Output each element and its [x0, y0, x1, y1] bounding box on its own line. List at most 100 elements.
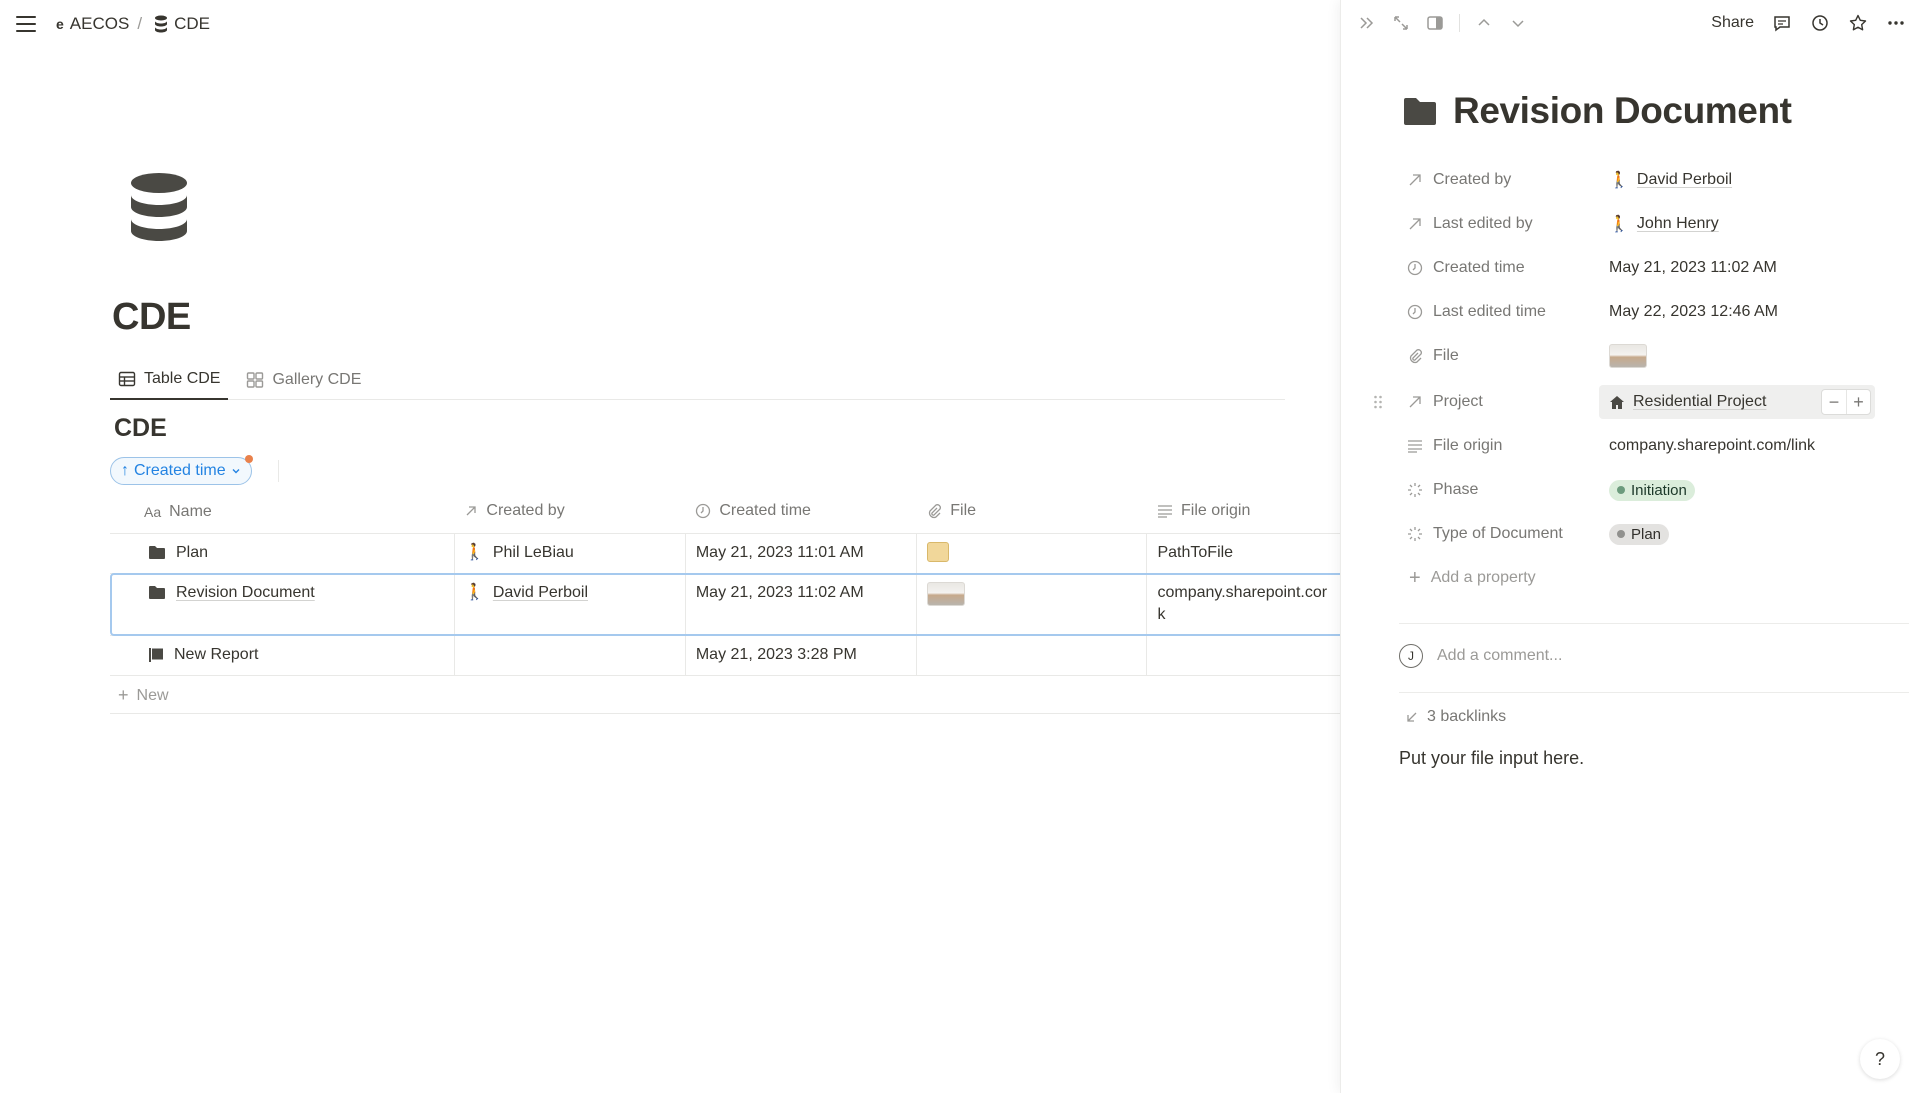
sort-created-time-chip[interactable]: ↑ Created time — [110, 455, 253, 485]
share-button[interactable]: Share — [1711, 14, 1754, 32]
help-button[interactable]: ? — [1860, 1039, 1900, 1079]
minus-button[interactable]: − — [1822, 390, 1846, 414]
arrow-up-right-icon — [1409, 396, 1421, 408]
history-icon[interactable] — [1810, 13, 1830, 33]
chevron-down-icon — [232, 469, 240, 474]
add-property-button[interactable]: + Add a property — [1403, 556, 1911, 600]
drag-handle-icon[interactable] — [1373, 394, 1383, 410]
tab-gallery-cde[interactable]: Gallery CDE — [238, 360, 369, 400]
table-row[interactable]: Revision Document 🚶 David Perboil May 21,… — [110, 573, 1340, 636]
property-created-by[interactable]: Created by 🚶 David Perboil — [1403, 158, 1911, 202]
column-header-name[interactable]: Aa Name — [110, 493, 455, 534]
column-label: Name — [169, 503, 212, 521]
column-label: Created by — [486, 502, 565, 520]
row-name[interactable]: New Report — [174, 644, 258, 666]
divider — [1399, 623, 1909, 624]
row-file[interactable] — [916, 635, 1148, 676]
paperclip-icon — [929, 503, 942, 518]
property-label: Project — [1433, 393, 1483, 410]
folder-icon — [149, 586, 165, 599]
file-origin-line: company.sharepoint.cor — [1157, 583, 1328, 601]
property-value[interactable]: David Perboil — [1637, 171, 1732, 189]
row-file-origin: PathToFile — [1146, 533, 1340, 574]
table-header-row: Aa Name Created by Created time File File… — [110, 493, 1340, 534]
comment-placeholder: Add a comment... — [1437, 647, 1563, 664]
file-thumbnail[interactable] — [1609, 344, 1647, 368]
page-body-text[interactable]: Put your file input here. — [1399, 748, 1584, 769]
comment-icon[interactable] — [1772, 13, 1792, 33]
sidebar-menu-button[interactable] — [14, 14, 38, 34]
property-file[interactable]: File — [1403, 334, 1911, 378]
property-last-edited-by[interactable]: Last edited by 🚶 John Henry — [1403, 202, 1911, 246]
breadcrumb-page[interactable]: CDE — [174, 14, 210, 34]
breadcrumb-workspace[interactable]: AECOS — [70, 14, 130, 34]
comment-input[interactable]: J Add a comment... — [1399, 644, 1562, 668]
column-header-created-time[interactable]: Created time — [685, 493, 917, 534]
row-created-time: May 21, 2023 3:28 PM — [685, 635, 917, 676]
property-value[interactable]: company.sharepoint.com/link — [1609, 437, 1815, 455]
row-name[interactable]: Plan — [176, 542, 208, 564]
property-phase[interactable]: Phase Initiation — [1403, 468, 1911, 512]
avatar: J — [1399, 644, 1423, 668]
column-header-file-origin[interactable]: File origin — [1146, 493, 1340, 534]
row-created-by[interactable]: Phil LeBiau — [493, 542, 574, 564]
clock-icon — [1407, 304, 1423, 320]
sort-label: Created time — [134, 462, 226, 479]
file-thumbnail[interactable] — [926, 581, 965, 606]
divider — [278, 460, 279, 482]
status-icon — [1408, 527, 1422, 541]
property-value[interactable]: Residential Project — [1633, 393, 1766, 411]
table-row[interactable]: Plan 🚶 Phil LeBiau May 21, 2023 11:01 AM … — [110, 533, 1340, 574]
text-lines-icon — [1408, 440, 1422, 453]
peek-title[interactable]: Revision Document — [1403, 90, 1792, 132]
plus-button[interactable]: + — [1846, 390, 1870, 414]
database-title[interactable]: CDE — [114, 414, 167, 443]
property-label: Last edited by — [1433, 215, 1533, 232]
column-header-file[interactable]: File — [916, 493, 1147, 534]
chevron-up-icon[interactable] — [1474, 13, 1494, 33]
file-thumbnail[interactable] — [926, 541, 949, 562]
database-table: Aa Name Created by Created time File File… — [110, 493, 1340, 676]
text-lines-icon — [1157, 505, 1172, 518]
clock-icon — [696, 503, 711, 518]
status-badge[interactable]: Plan — [1609, 523, 1670, 545]
column-header-created-by[interactable]: Created by — [454, 493, 686, 534]
expand-icon[interactable] — [1391, 13, 1411, 33]
main-page: e AECOS / CDE CDE Table CDE Gallery CDE … — [0, 0, 1340, 1093]
property-label: Phase — [1433, 481, 1479, 498]
more-icon[interactable] — [1886, 13, 1906, 33]
row-file-origin: company.sharepoint.cor k — [1146, 573, 1340, 636]
table-row[interactable]: New Report May 21, 2023 3:28 PM — [110, 635, 1340, 676]
property-type-of-document[interactable]: Type of Document Plan — [1403, 512, 1911, 556]
property-label: Created time — [1433, 259, 1525, 276]
page-title[interactable]: CDE — [112, 296, 191, 339]
status-badge-label: Initiation — [1631, 481, 1687, 499]
folder-icon — [1404, 98, 1436, 125]
view-tabs: Table CDE Gallery CDE — [110, 360, 1285, 400]
property-created-time[interactable]: Created time May 21, 2023 11:02 AM — [1403, 246, 1911, 290]
top-bar: e AECOS / CDE — [0, 0, 1340, 48]
paperclip-icon — [1409, 349, 1422, 364]
chevron-down-icon[interactable] — [1508, 13, 1528, 33]
row-created-time: May 21, 2023 11:02 AM — [685, 573, 917, 636]
status-badge[interactable]: Initiation — [1609, 479, 1695, 501]
property-file-origin[interactable]: File origin company.sharepoint.com/link — [1403, 424, 1911, 468]
new-row-button[interactable]: + New — [110, 678, 1340, 714]
folder-icon — [149, 546, 165, 559]
property-label: Created by — [1433, 171, 1512, 188]
row-created-by[interactable]: David Perboil — [493, 582, 588, 604]
breadcrumb: e AECOS / CDE — [56, 14, 210, 34]
property-project[interactable]: Project Residential Project − + — [1374, 380, 1911, 424]
property-last-edited-time[interactable]: Last edited time May 22, 2023 12:46 AM — [1403, 290, 1911, 334]
property-label: Last edited time — [1433, 303, 1546, 320]
star-icon[interactable] — [1848, 13, 1868, 33]
property-value[interactable]: John Henry — [1637, 215, 1719, 233]
side-peek-mode-icon[interactable] — [1425, 13, 1445, 33]
person-icon: 🚶 — [1609, 216, 1629, 233]
arrow-up-right-icon — [466, 506, 477, 516]
tab-table-cde[interactable]: Table CDE — [110, 360, 229, 400]
backlinks-toggle[interactable]: 3 backlinks — [1405, 708, 1506, 726]
row-name[interactable]: Revision Document — [176, 582, 315, 604]
close-peek-icon[interactable] — [1357, 13, 1377, 33]
database-icon[interactable] — [126, 172, 192, 246]
